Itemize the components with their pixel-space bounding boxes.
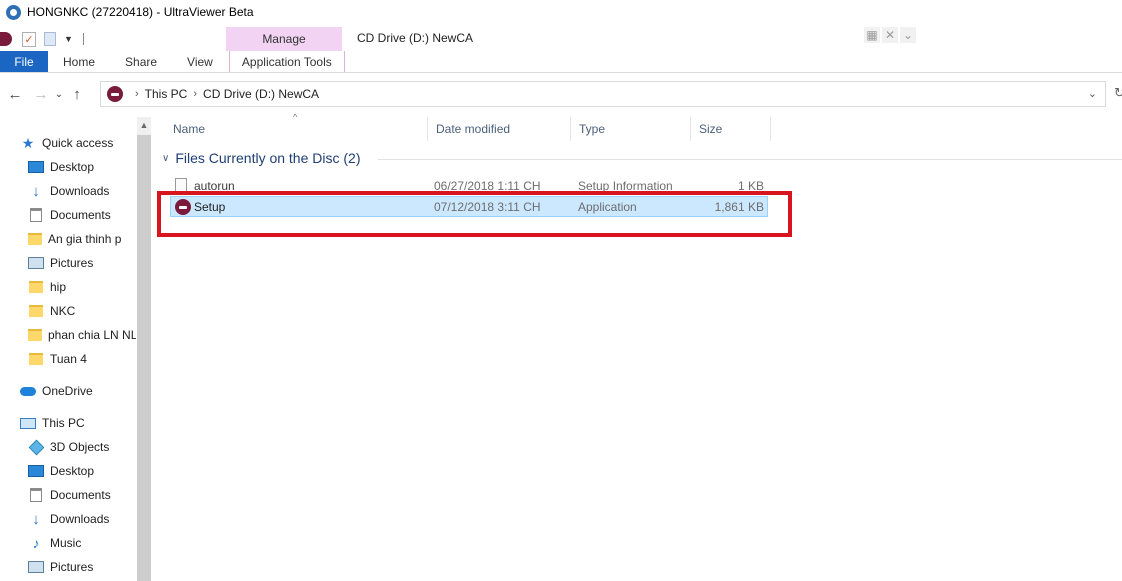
refresh-icon[interactable]: ↻ — [1114, 85, 1122, 101]
sidebar-item-label: NKC — [50, 304, 76, 318]
recent-locations-chevron-icon[interactable]: ⌄ — [52, 89, 66, 100]
sidebar-item-label: OneDrive — [42, 384, 93, 398]
sidebar-item-label: Desktop — [50, 464, 95, 478]
navigation-bar: ← → ⌄ ↑ › This PC › CD Drive (D:) NewCA … — [0, 79, 1122, 109]
desktop-icon — [28, 159, 44, 175]
collapse-chevron-icon[interactable]: ∨ — [162, 153, 169, 164]
sidebar-item-this-pc[interactable]: This PC — [20, 412, 156, 434]
group-header[interactable]: ∨ Files Currently on the Disc (2) — [162, 150, 361, 166]
tab-share[interactable]: Share — [110, 51, 172, 72]
sidebar-item-label: Quick access — [42, 136, 114, 150]
documents-icon — [28, 207, 44, 223]
sidebar-item-label: Pictures — [50, 256, 94, 270]
breadcrumb-cd-drive[interactable]: CD Drive (D:) NewCA — [203, 87, 319, 101]
pictures-icon — [28, 255, 44, 271]
sidebar-item-label: Tuan 4 — [50, 352, 87, 366]
tab-home[interactable]: Home — [48, 51, 110, 72]
window-location-title: CD Drive (D:) NewCA — [357, 31, 474, 45]
music-icon: ♪ — [32, 535, 40, 551]
folder-icon — [28, 327, 42, 343]
documents-icon — [28, 487, 44, 503]
pictures-icon — [28, 559, 44, 575]
toolbar-divider — [82, 33, 84, 45]
address-dropdown-icon[interactable]: ⌄ — [1088, 87, 1097, 100]
downloads-icon: ↓ — [32, 182, 40, 200]
address-bar[interactable]: › This PC › CD Drive (D:) NewCA ⌄ — [100, 81, 1106, 107]
forward-arrow-icon[interactable]: → — [30, 86, 52, 103]
breadcrumb-this-pc[interactable]: This PC — [145, 87, 188, 101]
navigation-pane: ★ Quick access Desktop 📌 ↓ Downloads 📌 D… — [0, 117, 151, 581]
group-divider — [378, 159, 1122, 160]
sidebar-item-label: Downloads — [50, 184, 110, 198]
sidebar-item-label: This PC — [42, 416, 85, 430]
sidebar-item-label: phan chia LN NL — [48, 328, 136, 342]
breadcrumb-separator-icon[interactable]: › — [193, 88, 197, 100]
sidebar-item-label: An gia thinh p — [48, 232, 121, 246]
remote-window-controls: ▦ ✕ ⌄ — [864, 27, 916, 43]
up-arrow-icon[interactable]: ↑ — [66, 86, 88, 103]
sidebar-item-onedrive[interactable]: OneDrive — [20, 380, 156, 402]
sidebar-item-label: Documents — [50, 208, 111, 222]
breadcrumb-separator-icon[interactable]: › — [135, 88, 139, 100]
sidebar-scrollbar-thumb[interactable] — [137, 135, 151, 581]
grid-icon[interactable]: ▦ — [864, 27, 880, 43]
column-header-size[interactable]: Size — [691, 117, 771, 141]
group-title: Files Currently on the Disc (2) — [175, 150, 361, 166]
sidebar-item-label: 3D Objects — [50, 440, 110, 454]
sidebar-item-phan-chia[interactable]: phan chia LN NL — [28, 324, 136, 346]
sidebar-item-label: Pictures — [50, 560, 94, 574]
folder-icon — [28, 231, 42, 247]
sidebar-item-label: Music — [50, 536, 82, 550]
new-folder-icon[interactable] — [44, 32, 56, 46]
star-icon: ★ — [21, 134, 35, 151]
sidebar-item-an-gia-thinh[interactable]: An gia thinh p — [28, 228, 121, 250]
window-title: HONGNKC (27220418) - UltraViewer Beta — [27, 5, 254, 19]
column-header-name[interactable]: Name — [165, 117, 428, 141]
explorer-app-icon[interactable] — [0, 32, 12, 46]
back-arrow-icon[interactable]: ← — [4, 86, 26, 103]
computer-icon — [20, 415, 36, 431]
3d-objects-icon — [28, 439, 44, 455]
cd-drive-icon — [107, 86, 123, 102]
downloads-icon: ↓ — [32, 510, 40, 528]
folder-icon — [28, 279, 44, 295]
desktop-icon — [28, 463, 44, 479]
ultraviewer-icon — [6, 4, 21, 20]
highlight-annotation-box — [157, 191, 792, 237]
sidebar-item-label: Downloads — [50, 512, 110, 526]
shuffle-icon[interactable]: ✕ — [882, 27, 898, 43]
column-headers: Name Date modified Type Size — [165, 117, 771, 141]
tab-application-tools[interactable]: Application Tools — [228, 51, 345, 72]
sidebar-item-label: Documents — [50, 488, 111, 502]
quick-access-toolbar: ✓ ▼ — [0, 28, 84, 50]
properties-icon[interactable]: ✓ — [22, 31, 36, 47]
scroll-up-arrow-icon[interactable]: ▲ — [137, 117, 151, 133]
folder-icon — [28, 303, 44, 319]
chevron-down-icon[interactable]: ⌄ — [900, 27, 916, 43]
column-header-date-modified[interactable]: Date modified — [428, 117, 571, 141]
tab-view[interactable]: View — [172, 51, 229, 72]
manage-context-header: Manage — [226, 27, 342, 51]
cloud-icon — [20, 383, 36, 399]
column-header-type[interactable]: Type — [571, 117, 691, 141]
title-bar: HONGNKC (27220418) - UltraViewer Beta — [0, 0, 1122, 24]
folder-icon — [28, 351, 44, 367]
sidebar-item-label: hip — [50, 280, 67, 294]
tab-file[interactable]: File — [0, 51, 48, 72]
sidebar-item-label: Desktop — [50, 160, 95, 174]
sidebar-item-quick-access[interactable]: ★ Quick access — [20, 132, 156, 154]
customize-toolbar-dropdown-icon[interactable]: ▼ — [64, 34, 73, 44]
ribbon-tabs: File Home Share View Application Tools — [0, 51, 1122, 73]
